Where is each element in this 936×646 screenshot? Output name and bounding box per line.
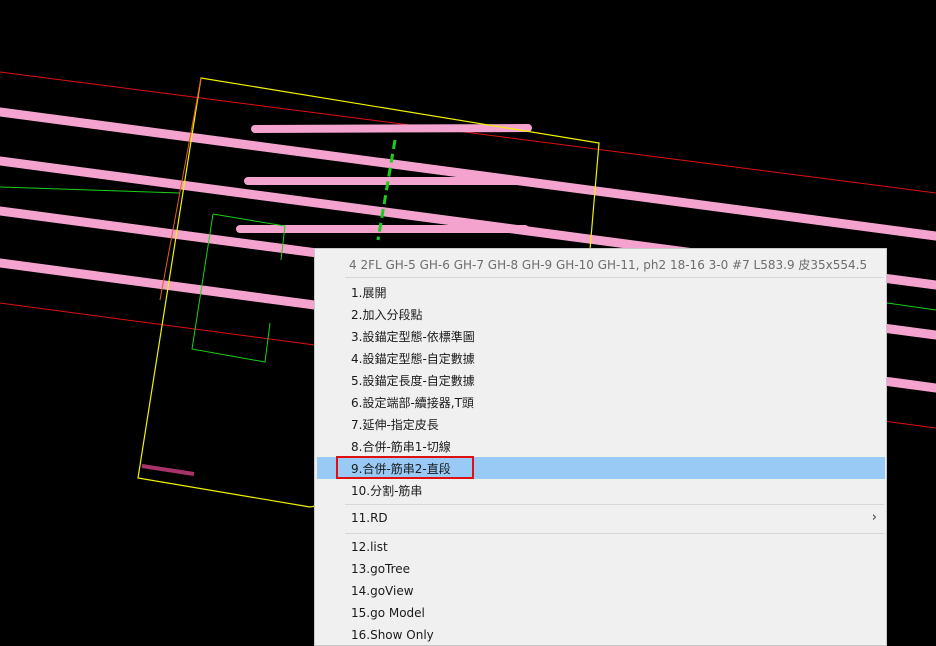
menu-separator [345,533,884,534]
context-menu-header-text: 4 2FL GH-5 GH-6 GH-7 GH-8 GH-9 GH-10 GH-… [349,258,868,272]
menu-item-list[interactable]: 12.list [317,537,885,559]
menu-item-show-only[interactable]: 16.Show Only [317,625,885,645]
rebar-bar-short[interactable] [251,124,532,133]
menu-separator [345,277,884,278]
menu-item-anchor-type-custom[interactable]: 4.設錨定型態-自定數據 [317,347,885,369]
menu-item-merge-tangent[interactable]: 8.合併-筋串1-切線 [317,435,885,457]
menu-item-rd[interactable]: 11.RD › [317,508,885,530]
menu-separator [345,504,884,505]
menu-item-add-split-point[interactable]: 2.加入分段點 [317,303,885,325]
menu-item-go-view[interactable]: 14.goView [317,581,885,603]
rebar-stub[interactable] [141,464,195,476]
menu-item-go-model[interactable]: 15.go Model [317,603,885,625]
menu-item-extend-length[interactable]: 7.延伸-指定皮長 [317,413,885,435]
menu-item-merge-straight[interactable]: 9.合併-筋串2-直段 [317,457,885,479]
menu-item-anchor-length-custom[interactable]: 5.設錨定長度-自定數據 [317,369,885,391]
reference-line-right [886,302,936,311]
reference-line-left [0,186,181,194]
menu-item-anchor-type-standard[interactable]: 3.設錨定型態-依標準圖 [317,325,885,347]
menu-item-expand[interactable]: 1.展開 [317,281,885,303]
context-menu-header: 4 2FL GH-5 GH-6 GH-7 GH-8 GH-9 GH-10 GH-… [315,249,886,277]
menu-item-go-tree[interactable]: 13.goTree [317,559,885,581]
submenu-arrow-icon: › [871,510,877,525]
menu-item-split-string[interactable]: 10.分割-筋串 [317,479,885,501]
context-menu: 4 2FL GH-5 GH-6 GH-7 GH-8 GH-9 GH-10 GH-… [314,248,887,646]
menu-item-set-end-coupler[interactable]: 6.設定端部-續接器,T頭 [317,391,885,413]
